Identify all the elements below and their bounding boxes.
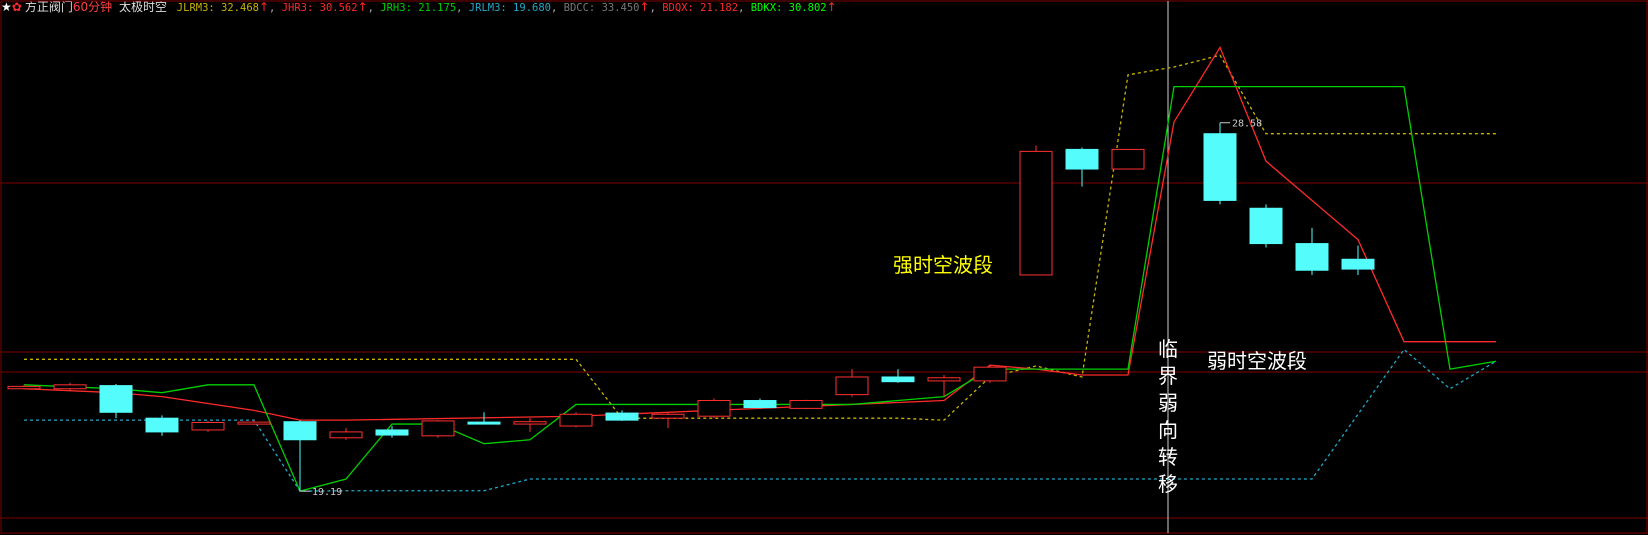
candle-body (927, 377, 961, 382)
candle-body (7, 385, 41, 390)
candle-body (1249, 207, 1283, 245)
candle-body (559, 413, 593, 427)
candlestick-chart[interactable]: 19.1928.58强时空波段弱时空波段临界弱向转移 (0, 0, 1648, 535)
low-price-label: 19.19 (312, 487, 342, 498)
candle-body (53, 384, 87, 390)
candle-body (835, 376, 869, 396)
candle-body (651, 413, 685, 419)
candle-body (191, 421, 225, 431)
candle-body (1203, 133, 1237, 201)
line-green-solid (23, 85, 1497, 492)
candle-body (421, 420, 455, 437)
candle-body (237, 421, 271, 425)
candle-body (1111, 148, 1145, 170)
candle-body (697, 400, 731, 417)
candle-body (881, 376, 915, 383)
candle-body (1065, 148, 1099, 170)
candle-body (145, 417, 179, 433)
candle-body (375, 429, 409, 436)
candle-body (605, 412, 639, 421)
candle-body (743, 400, 777, 409)
candle-body (1019, 150, 1053, 276)
candle-body (973, 366, 1007, 382)
high-price-label: 28.58 (1232, 119, 1262, 130)
candle-body (513, 421, 547, 425)
candle-body (789, 400, 823, 409)
candle-body (1341, 258, 1375, 270)
annotation-weak: 弱时空波段 (1207, 349, 1307, 373)
candle-body (283, 421, 317, 441)
chart-frame (0, 0, 1648, 534)
candle-body (467, 421, 501, 425)
annotation-strong: 强时空波段 (893, 253, 993, 277)
candle-body (1295, 243, 1329, 271)
candle-body (329, 431, 363, 439)
candle-body (99, 385, 133, 413)
